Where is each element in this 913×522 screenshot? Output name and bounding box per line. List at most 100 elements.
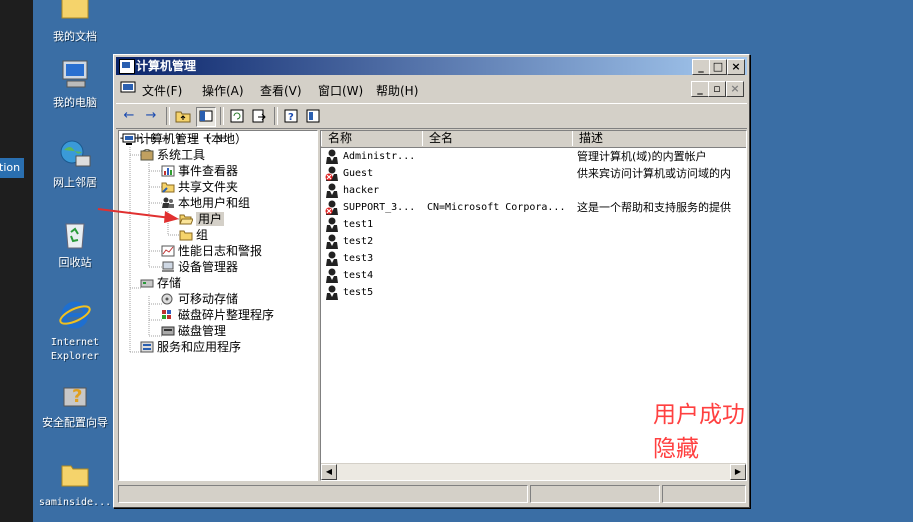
user-name: test3 — [343, 253, 374, 264]
desktop-icon-my-documents[interactable]: 我的文档 — [35, 0, 115, 44]
column-header-name[interactable]: 名称 — [321, 131, 423, 146]
tree-item-services-apps[interactable]: 服务和应用程序 — [140, 339, 241, 355]
tree-item-groups[interactable]: 组 — [179, 227, 208, 243]
removable-storage-icon — [161, 293, 175, 305]
export-list-icon[interactable] — [250, 107, 268, 125]
table-row[interactable]: SUPPORT_3... CN=Microsoft Corpora... 这是一个帮… — [321, 199, 746, 216]
scroll-left-button[interactable]: ◀ — [321, 464, 337, 480]
user-name: SUPPORT_3... — [343, 202, 416, 213]
forward-arrow-icon[interactable]: → — [142, 107, 160, 125]
tree-item-shared-folders[interactable]: 共享文件夹 — [161, 179, 238, 195]
tree-root[interactable]: 计算机管理（本地） — [122, 131, 247, 147]
table-row[interactable]: Administr... 管理计算机(域)的内置帐户 — [321, 148, 746, 165]
user-icon — [325, 251, 339, 266]
tree-label: 系统工具 — [157, 148, 206, 162]
desktop-icon-label: 我的文档 — [53, 30, 97, 43]
table-row[interactable]: test4 — [321, 267, 746, 284]
show-hide-tree-icon[interactable] — [196, 107, 216, 127]
document-window-icon[interactable] — [120, 81, 136, 95]
computer-icon — [58, 58, 92, 92]
table-row[interactable]: hacker — [321, 182, 746, 199]
back-arrow-icon[interactable]: ← — [120, 107, 138, 125]
tree-item-device-manager[interactable]: 设备管理器 — [161, 259, 238, 275]
up-folder-icon[interactable] — [174, 107, 192, 125]
computer-management-window: 计算机管理 _ □ × 文件(F) 操作(A) 查看(V) 窗口(W) 帮助(H… — [113, 54, 750, 508]
svg-text:?: ? — [288, 112, 294, 123]
scroll-right-button[interactable]: ▶ — [730, 464, 746, 480]
status-bar — [116, 485, 747, 503]
left-edge-panel: tion — [0, 0, 33, 522]
services-apps-icon — [140, 341, 154, 353]
tree-item-users[interactable]: 用户 — [179, 211, 225, 227]
disk-management-icon — [161, 325, 175, 337]
status-cell — [118, 485, 528, 503]
desktop-icon-label: Internet Explorer — [50, 337, 100, 362]
minimize-button[interactable]: _ — [692, 59, 710, 75]
help-icon[interactable]: ? — [282, 107, 300, 125]
horizontal-scrollbar[interactable]: ◀ ▶ — [321, 463, 746, 480]
table-row[interactable]: test2 — [321, 233, 746, 250]
red-arrow-annotation — [97, 208, 179, 223]
user-icon — [325, 234, 339, 249]
tree-item-perf-logs[interactable]: 性能日志和警报 — [161, 243, 262, 259]
column-header-description[interactable]: 描述 — [572, 131, 746, 146]
close-button[interactable]: × — [727, 59, 745, 75]
tree-item-disk-management[interactable]: 磁盘管理 — [161, 323, 226, 339]
user-list-view: 名称 全名 描述 Administr... 管理计算机(域)的内置帐户 Guest 供… — [320, 130, 747, 481]
svg-text:?: ? — [72, 386, 82, 407]
user-description: 这是一个帮助和支持服务的提供 — [577, 201, 731, 214]
table-row[interactable]: test3 — [321, 250, 746, 267]
tree-item-storage[interactable]: 存储 — [140, 275, 181, 291]
tree-item-system-tools[interactable]: 系统工具 — [140, 147, 205, 163]
security-wizard-icon: ? — [58, 378, 92, 412]
desktop-icon-my-computer[interactable]: 我的电脑 — [35, 58, 115, 110]
tree-label: 服务和应用程序 — [157, 340, 242, 354]
child-restore-button[interactable]: ▫ — [708, 81, 726, 97]
menu-help[interactable]: 帮助(H) — [376, 82, 418, 99]
tree-label: 可移动存储 — [178, 292, 239, 306]
toolbar-separator — [166, 107, 170, 125]
child-close-button[interactable]: × — [726, 81, 744, 97]
folder-icon — [179, 229, 193, 241]
tree-item-removable-storage[interactable]: 可移动存储 — [161, 291, 238, 307]
desktop-icon-saminside[interactable]: saminside... — [35, 458, 115, 510]
menu-file[interactable]: 文件(F) — [142, 82, 182, 99]
tree-label: 本地用户和组 — [178, 196, 251, 210]
refresh-icon[interactable] — [228, 107, 246, 125]
computer-management-icon — [119, 59, 135, 74]
system-tools-icon — [140, 148, 154, 161]
properties-icon[interactable] — [304, 107, 322, 125]
desktop-icon-network[interactable]: 网上邻居 — [35, 138, 115, 190]
folder-icon — [58, 458, 92, 492]
storage-icon — [140, 277, 154, 289]
tree-label: 性能日志和警报 — [178, 244, 263, 258]
window-title: 计算机管理 — [136, 59, 197, 73]
child-minimize-button[interactable]: _ — [691, 81, 709, 97]
table-row[interactable]: Guest 供来宾访问计算机或访问域的内 — [321, 165, 746, 182]
toolbar-separator — [274, 107, 278, 125]
disabled-user-icon — [325, 200, 339, 215]
edge-tab[interactable]: tion — [0, 158, 24, 178]
internet-explorer-icon — [58, 298, 92, 332]
table-row[interactable]: test1 — [321, 216, 746, 233]
desktop-icon-recycle-bin[interactable]: 回收站 — [35, 218, 115, 270]
desktop-icon-internet-explorer[interactable]: Internet Explorer — [35, 298, 115, 364]
tree-label: 计算机管理（本地） — [139, 132, 248, 146]
menu-action[interactable]: 操作(A) — [202, 82, 244, 99]
column-header-fullname[interactable]: 全名 — [422, 131, 573, 146]
maximize-button[interactable]: □ — [709, 59, 727, 75]
tree-label: 设备管理器 — [178, 260, 239, 274]
title-bar[interactable]: 计算机管理 _ □ × — [116, 57, 747, 75]
table-row[interactable]: test5 — [321, 284, 746, 301]
tree-item-defragmenter[interactable]: 磁盘碎片整理程序 — [161, 307, 274, 323]
toolbar-separator — [220, 107, 224, 125]
desktop-icon-security-wizard[interactable]: ? 安全配置向导 — [35, 378, 115, 430]
folder-icon — [58, 0, 92, 26]
tree-label-selected: 用户 — [196, 212, 225, 226]
tree-label: 存储 — [157, 276, 182, 290]
menu-window[interactable]: 窗口(W) — [318, 82, 363, 99]
menu-view[interactable]: 查看(V) — [260, 82, 302, 99]
tree-item-event-viewer[interactable]: 事件查看器 — [161, 163, 238, 179]
network-globe-icon — [58, 138, 92, 172]
user-name: Guest — [343, 168, 374, 179]
